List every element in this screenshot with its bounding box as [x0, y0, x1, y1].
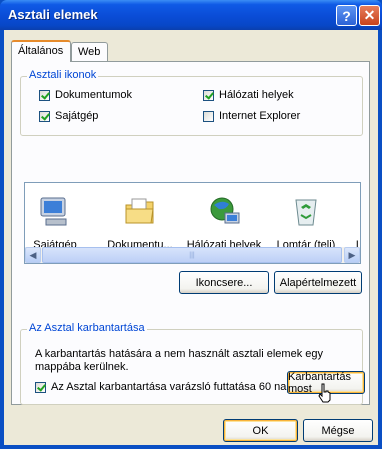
- checkbox-network-places-box[interactable]: [203, 89, 214, 101]
- close-button[interactable]: ✕: [359, 5, 380, 26]
- computer-icon: [40, 197, 67, 226]
- checkbox-cleanup-wizard[interactable]: Az Asztal karbantartása varázsló futtatá…: [35, 381, 326, 393]
- help-button[interactable]: ?: [336, 5, 357, 26]
- change-icon-button[interactable]: Ikoncsere...: [179, 271, 269, 294]
- desktop-icons-group: Asztali ikonok: [20, 69, 363, 136]
- change-icon-button-label: Ikoncsere...: [195, 276, 253, 289]
- checkbox-internet-explorer[interactable]: Internet Explorer: [203, 110, 300, 122]
- dialog-body: Általános Web Asztali ikonok Dokumentumo…: [4, 30, 378, 445]
- checkbox-my-computer-label: Sajátgép: [55, 110, 99, 122]
- checkbox-cleanup-wizard-label: Az Asztal karbantartása varázsló futtatá…: [51, 381, 326, 393]
- scroll-thumb[interactable]: |||: [42, 247, 342, 263]
- checkbox-my-computer-box[interactable]: [39, 110, 50, 122]
- checkbox-my-computer[interactable]: Sajátgép: [39, 110, 98, 122]
- restore-default-button-label: Alapértelmezett: [279, 276, 357, 289]
- scroll-right-button[interactable]: ▶: [344, 247, 360, 263]
- tab-panel: Asztali ikonok Dokumentumok Hálózati hel…: [11, 61, 370, 405]
- cancel-button-label: Mégse: [321, 424, 355, 437]
- horizontal-scrollbar[interactable]: ◀ ||| ▶: [25, 247, 360, 263]
- checkbox-internet-explorer-box[interactable]: [203, 110, 214, 122]
- checkbox-network-places-label: Hálózati helyek: [219, 89, 294, 101]
- checkbox-documents[interactable]: Dokumentumok: [39, 89, 132, 101]
- tab-general-label: Általános: [18, 45, 64, 57]
- checkbox-internet-explorer-label: Internet Explorer: [219, 110, 301, 122]
- arrow-right-icon: ▶: [348, 249, 356, 260]
- folder-icon: [125, 198, 154, 224]
- dialog-window: Asztali elemek ? ✕ Általános Web Asztali…: [0, 0, 382, 449]
- desktop-icons-legend: Asztali ikonok: [27, 69, 99, 81]
- recycle-bin-icon: [295, 199, 317, 226]
- ok-button-label: OK: [252, 424, 269, 437]
- tab-web-label: Web: [78, 46, 101, 58]
- tab-general[interactable]: Általános: [11, 40, 71, 62]
- cancel-button[interactable]: Mégse: [303, 419, 373, 442]
- title-bar[interactable]: Asztali elemek ? ✕: [0, 0, 382, 30]
- scroll-left-button[interactable]: ◀: [25, 247, 41, 263]
- grip-icon: |||: [189, 251, 195, 259]
- desktop-icon-list[interactable]: Sajátgép Dokumentu... Hálózati helyek Lo…: [24, 182, 361, 264]
- checkbox-documents-label: Dokumentumok: [55, 89, 133, 101]
- checkbox-cleanup-wizard-box[interactable]: [35, 381, 46, 393]
- restore-default-button[interactable]: Alapértelmezett: [274, 271, 362, 294]
- ok-button[interactable]: OK: [223, 419, 298, 442]
- tab-web[interactable]: Web: [71, 42, 108, 61]
- arrow-left-icon: ◀: [29, 249, 37, 260]
- close-icon: ✕: [363, 7, 376, 23]
- help-icon: ?: [342, 7, 351, 24]
- desktop-cleanup-legend: Az Asztal karbantartása: [27, 322, 147, 334]
- hand-cursor-icon: [318, 383, 331, 403]
- checkbox-network-places[interactable]: Hálózati helyek: [203, 89, 294, 101]
- network-icon: [210, 197, 240, 224]
- window-title: Asztali elemek: [8, 7, 98, 22]
- checkbox-documents-box[interactable]: [39, 89, 50, 101]
